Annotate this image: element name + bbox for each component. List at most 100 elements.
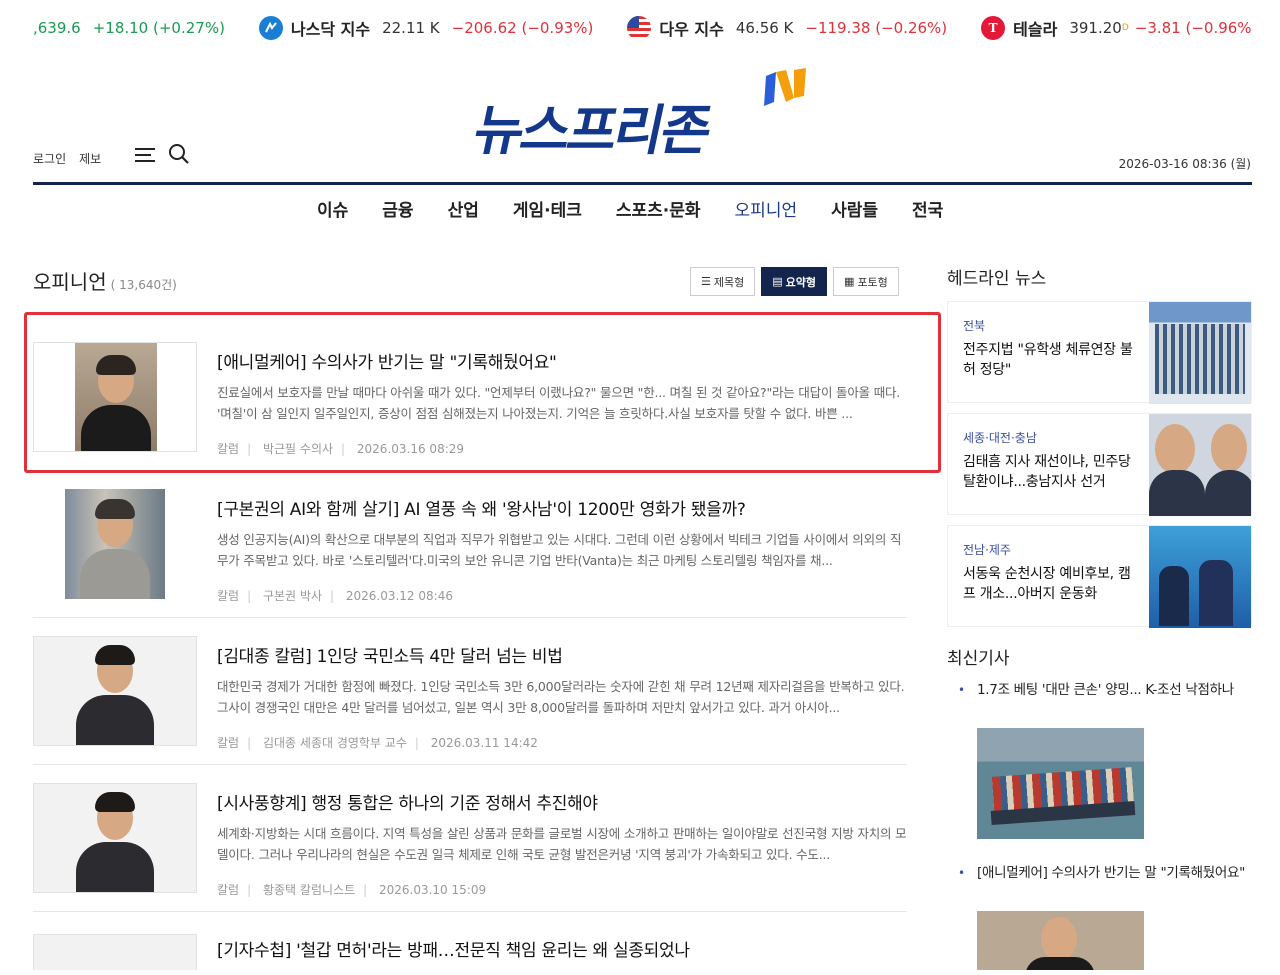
ticker-value: 46.56 K bbox=[735, 19, 794, 37]
article-thumbnail[interactable] bbox=[33, 783, 197, 893]
article-item[interactable]: [구본권의 AI와 함께 살기] AI 열풍 속 왜 '왕사남'이 1200만 … bbox=[33, 489, 907, 603]
ticker-value: ,639.6 bbox=[33, 19, 81, 37]
article-title[interactable]: [시사풍향계] 행정 통합은 하나의 기준 정해서 추진해야 bbox=[217, 789, 598, 814]
article-category: 칼럼 bbox=[217, 442, 240, 456]
headline-category: 전북 bbox=[963, 319, 986, 333]
article-summary: 진료실에서 보호자를 만날 때마다 아쉬울 때가 있다. "언제부터 이랬나요?… bbox=[217, 385, 901, 421]
article-author: 박근필 수의사 bbox=[262, 442, 334, 456]
latest-item[interactable]: • [애니멀케어] 수의사가 반기는 말 "기록해뒀어요" bbox=[958, 864, 1248, 882]
nav-item-game-tech[interactable]: 게임·테크 bbox=[513, 196, 582, 221]
nav-item-issue[interactable]: 이슈 bbox=[317, 196, 348, 221]
headline-image[interactable] bbox=[1149, 526, 1251, 628]
latest-item-image[interactable] bbox=[977, 728, 1144, 839]
latest-news-title: 최신기사 bbox=[947, 649, 1010, 669]
headline-category: 세종·대전·충남 bbox=[963, 431, 1037, 445]
ticker-value: 391.20 bbox=[1069, 19, 1122, 37]
ticker-item[interactable]: 다우 지수 46.56 K −119.38 (−0.26%) bbox=[627, 16, 947, 40]
article-meta: 칼럼 | 황종택 칼럼니스트 | 2026.03.10 15:09 bbox=[217, 883, 487, 897]
main-nav: 이슈 금융 산업 게임·테크 스포츠·문화 오피니언 사람들 전국 bbox=[300, 196, 960, 221]
article-item[interactable]: [시사풍향계] 행정 통합은 하나의 기준 정해서 추진해야 세계화·지방화는 … bbox=[33, 783, 907, 897]
article-thumbnail[interactable] bbox=[33, 636, 197, 746]
report-link[interactable]: 제보 bbox=[79, 150, 101, 167]
ticker-name: 테슬라 bbox=[1013, 20, 1058, 39]
tesla-icon: T bbox=[981, 16, 1006, 40]
article-summary: 생성 인공지능(AI)의 확산으로 대부분의 직업과 직무가 위협받고 있는 시… bbox=[217, 532, 902, 568]
view-photo-label: 포토형 bbox=[857, 275, 888, 289]
headline-image[interactable] bbox=[1149, 414, 1251, 516]
latest-item-title[interactable]: [애니멀케어] 수의사가 반기는 말 "기록해뒀어요" bbox=[977, 865, 1245, 881]
view-photo-button[interactable]: ▦ 포토형 bbox=[833, 267, 899, 296]
ticker-sup: D bbox=[1121, 23, 1129, 33]
nav-item-regional[interactable]: 전국 bbox=[912, 196, 943, 221]
latest-item-title[interactable]: 1.7조 베팅 '대만 큰손' 양밍... K-조선 낙점하나 bbox=[977, 682, 1234, 698]
ticker-item[interactable]: ,639.6 +18.10 (+0.27%) bbox=[33, 19, 225, 37]
row-divider bbox=[33, 911, 907, 912]
headline-title[interactable]: 전주지법 "유학생 체류연장 불허 정당" bbox=[963, 340, 1143, 380]
ticker-change: −206.62 (−0.93%) bbox=[451, 19, 594, 37]
article-summary: 대한민국 경제가 거대한 함정에 빠졌다. 1인당 국민소득 3만 6,000달… bbox=[217, 679, 905, 715]
article-date: 2026.03.11 14:42 bbox=[430, 736, 538, 750]
article-item[interactable]: [김대종 칼럼] 1인당 국민소득 4만 달러 넘는 비법 대한민국 경제가 거… bbox=[33, 636, 907, 750]
headline-title[interactable]: 김태흠 지사 재선이냐, 민주당 탈환이냐...충남지사 선거 bbox=[963, 452, 1143, 492]
headline-item[interactable]: 세종·대전·충남 김태흠 지사 재선이냐, 민주당 탈환이냐...충남지사 선거 bbox=[947, 413, 1252, 516]
article-category: 칼럼 bbox=[217, 589, 240, 603]
hamburger-menu-icon[interactable] bbox=[135, 146, 157, 164]
nav-item-sports-culture[interactable]: 스포츠·문화 bbox=[616, 196, 701, 221]
view-title-label: 제목형 bbox=[713, 275, 745, 289]
view-summary-button[interactable]: ▤ 요약형 bbox=[761, 267, 828, 296]
article-title[interactable]: [구본권의 AI와 함께 살기] AI 열풍 속 왜 '왕사남'이 1200만 … bbox=[217, 495, 746, 520]
current-date: 2026-03-16 08:36 (월) bbox=[1118, 157, 1251, 171]
latest-item-image[interactable] bbox=[977, 911, 1144, 970]
article-date: 2026.03.16 08:29 bbox=[356, 442, 465, 456]
article-date: 2026.03.10 15:09 bbox=[378, 883, 487, 897]
nasdaq-icon bbox=[258, 16, 283, 40]
article-thumbnail[interactable] bbox=[33, 934, 197, 970]
ticker-value: 22.11 K bbox=[382, 19, 440, 37]
header-divider bbox=[33, 182, 1252, 185]
article-title[interactable]: [기자수첩] '철갑 면허'라는 방패…전문직 책임 윤리는 왜 실종되었나 bbox=[217, 936, 690, 961]
article-author: 구본권 박사 bbox=[262, 589, 322, 603]
article-meta: 칼럼 | 박근필 수의사 | 2026.03.16 08:29 bbox=[217, 442, 465, 456]
ticker-name: 나스닥 지수 bbox=[290, 20, 371, 39]
row-divider bbox=[33, 617, 907, 618]
article-thumbnail[interactable] bbox=[33, 489, 197, 599]
article-category: 칼럼 bbox=[217, 736, 240, 750]
article-title[interactable]: [애니멀케어] 수의사가 반기는 말 "기록해뒀어요" bbox=[217, 348, 557, 373]
headline-title[interactable]: 서동욱 순천시장 예비후보, 캠프 개소...아버지 운동화 bbox=[963, 564, 1143, 604]
list-icon: ☰ bbox=[701, 275, 711, 288]
article-title[interactable]: [김대종 칼럼] 1인당 국민소득 4만 달러 넘는 비법 bbox=[217, 642, 563, 667]
view-title-button[interactable]: ☰ 제목형 bbox=[690, 267, 756, 296]
headline-news-title: 헤드라인 뉴스 bbox=[947, 269, 1047, 289]
nav-item-people[interactable]: 사람들 bbox=[831, 196, 878, 221]
section-name: 오피니언 bbox=[33, 270, 107, 294]
row-divider bbox=[33, 764, 907, 765]
site-logo[interactable]: 뉴스프리존 bbox=[468, 68, 810, 162]
article-author: 황종택 칼럼니스트 bbox=[262, 883, 356, 897]
search-icon[interactable] bbox=[168, 143, 190, 165]
ticker-item[interactable]: T 테슬라 391.20 D −3.81 (−0.96%) bbox=[981, 16, 1252, 40]
article-category: 칼럼 bbox=[217, 883, 240, 897]
util-links: 로그인 제보 bbox=[33, 150, 114, 167]
latest-item[interactable]: • 1.7조 베팅 '대만 큰손' 양밍... K-조선 낙점하나 bbox=[958, 681, 1248, 699]
article-meta: 칼럼 | 김대종 세종대 경영학부 교수 | 2026.03.11 14:42 bbox=[217, 736, 538, 750]
stock-ticker: ,639.6 +18.10 (+0.27%) 나스닥 지수 22.11 K −2… bbox=[33, 6, 1252, 50]
ticker-item[interactable]: 나스닥 지수 22.11 K −206.62 (−0.93%) bbox=[258, 16, 594, 40]
summary-icon: ▤ bbox=[772, 275, 783, 288]
nav-item-industry[interactable]: 산업 bbox=[448, 196, 479, 221]
article-item[interactable]: [애니멀케어] 수의사가 반기는 말 "기록해뒀어요" 진료실에서 보호자를 만… bbox=[33, 342, 907, 456]
nav-item-finance[interactable]: 금융 bbox=[382, 196, 413, 221]
headline-item[interactable]: 전북 전주지법 "유학생 체류연장 불허 정당" bbox=[947, 301, 1252, 404]
article-item[interactable]: [기자수첩] '철갑 면허'라는 방패…전문직 책임 윤리는 왜 실종되었나 bbox=[33, 930, 907, 970]
login-link[interactable]: 로그인 bbox=[33, 150, 66, 167]
nav-item-opinion[interactable]: 오피니언 bbox=[735, 196, 798, 221]
headline-item[interactable]: 전남·제주 서동욱 순천시장 예비후보, 캠프 개소...아버지 운동화 bbox=[947, 525, 1252, 628]
bullet-icon: • bbox=[958, 866, 965, 880]
headline-image[interactable] bbox=[1149, 302, 1251, 404]
article-date: 2026.03.12 08:46 bbox=[345, 589, 453, 603]
ticker-change: +18.10 (+0.27%) bbox=[92, 19, 225, 37]
view-summary-label: 요약형 bbox=[785, 275, 817, 289]
bullet-icon: • bbox=[958, 683, 965, 697]
article-thumbnail[interactable] bbox=[33, 342, 197, 452]
ticker-change: −119.38 (−0.26%) bbox=[805, 19, 948, 37]
headline-category: 전남·제주 bbox=[963, 543, 1011, 557]
